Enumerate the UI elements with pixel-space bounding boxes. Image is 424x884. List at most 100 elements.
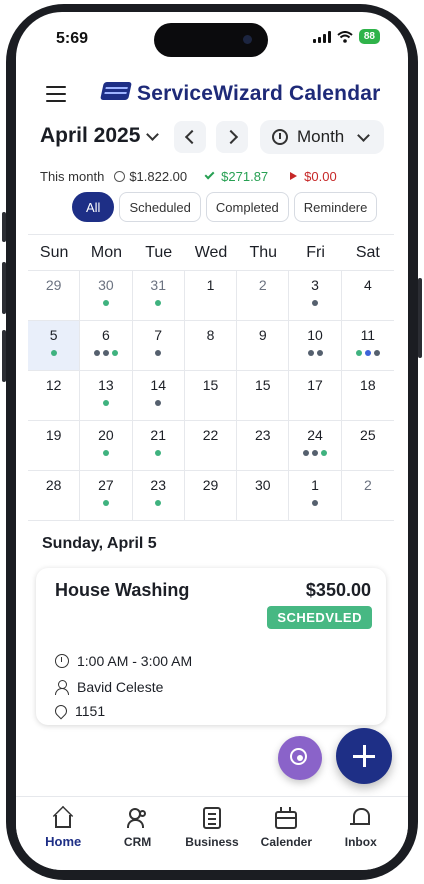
calendar-day[interactable]: 13	[80, 371, 133, 421]
day-number: 3	[311, 277, 319, 293]
calendar-day[interactable]: 19	[28, 421, 81, 471]
screen: 5:69 88 ServiceWizard Calendar April 202…	[16, 12, 408, 870]
status-time: 5:69	[56, 30, 89, 47]
calendar-day[interactable]: 10	[289, 321, 342, 371]
side-button	[2, 262, 6, 314]
month-label: April 2025	[40, 124, 141, 147]
weekday-label: Tue	[145, 244, 173, 261]
document-icon	[202, 807, 221, 829]
event-dot	[312, 450, 319, 456]
previous-month-button[interactable]	[174, 121, 206, 153]
nav-crm[interactable]: CRM	[102, 807, 174, 870]
nav-inbox[interactable]: Inbox	[325, 807, 397, 870]
day-number: 15	[202, 377, 219, 393]
event-dot	[307, 350, 314, 356]
day-number: 13	[98, 377, 114, 393]
calendar-day[interactable]: 8	[184, 321, 238, 371]
calendar-day[interactable]: 24	[289, 421, 342, 471]
calendar-day[interactable]: 5	[28, 321, 81, 371]
day-number: 18	[360, 377, 376, 393]
day-number: 27	[98, 477, 114, 493]
filter-scheduled[interactable]: Scheduled	[119, 192, 201, 222]
calendar-day[interactable]: 15	[237, 371, 290, 421]
event-title: House Washing	[55, 580, 190, 600]
calendar-day[interactable]: 30	[237, 471, 290, 521]
calendar-day[interactable]: 11	[341, 321, 394, 371]
nav-label: Home	[45, 834, 82, 849]
app-title: ServiceWizard Calendar	[137, 82, 381, 105]
filter-reminders[interactable]: Remindere	[293, 192, 378, 222]
day-number: 11	[360, 327, 376, 343]
event-time: 1:00 AM - 3:00 AM	[77, 653, 193, 669]
calendar-day[interactable]: 21	[132, 421, 185, 471]
view-selector[interactable]: Month	[260, 120, 384, 154]
calendar-day[interactable]: 17	[289, 371, 342, 421]
event-dots	[80, 350, 131, 356]
event-dots	[342, 350, 394, 356]
calendar-day[interactable]: 20	[80, 421, 133, 471]
calendar-day[interactable]: 6	[80, 321, 133, 371]
event-dots	[80, 450, 131, 456]
event-dot	[50, 350, 57, 356]
calendar-day[interactable]: 7	[132, 321, 185, 371]
event-customer: Bavid Celeste	[77, 679, 164, 695]
weekday-label: Wed	[194, 244, 228, 261]
calendar-day[interactable]: 3	[289, 271, 342, 321]
day-number: 29	[45, 277, 62, 293]
day-number: 1	[311, 477, 319, 493]
calendar-day[interactable]: 2	[237, 271, 290, 321]
calendar-day[interactable]: 30	[80, 271, 133, 321]
event-dots	[133, 350, 184, 356]
day-number: 23	[150, 477, 166, 493]
nav-label: Calender	[260, 835, 313, 849]
status-badge: SCHEDVLED	[267, 606, 372, 629]
selected-day-title: Sunday, April 5	[42, 535, 157, 552]
day-number: 28	[45, 477, 62, 493]
event-dot	[303, 450, 310, 456]
calendar-day[interactable]: 29	[184, 471, 238, 521]
nav-label: CRM	[123, 835, 152, 849]
event-customer-row: Bavid Celeste	[55, 679, 163, 695]
event-card[interactable]: House Washing $350.00 SCHEDVLED 1:00 AM …	[36, 568, 386, 725]
signal-icon	[312, 30, 331, 43]
calendar-day[interactable]: 28	[28, 471, 81, 521]
calendar-day[interactable]: 29	[28, 271, 81, 321]
calendar-day[interactable]: 9	[237, 321, 290, 371]
calendar-day[interactable]: 23	[132, 471, 185, 521]
calendar-day[interactable]: 22	[184, 421, 238, 471]
calendar-day[interactable]: 12	[28, 371, 81, 421]
secondary-action-button[interactable]	[278, 736, 322, 780]
calendar-day[interactable]: 18	[341, 371, 394, 421]
nav-home[interactable]: Home	[27, 807, 99, 870]
event-dot	[312, 500, 319, 506]
calendar-day[interactable]: 23	[237, 421, 290, 471]
calendar-day[interactable]: 1	[184, 271, 238, 321]
filter-completed[interactable]: Completed	[205, 192, 289, 222]
event-dots	[28, 350, 79, 356]
chevron-down-icon	[357, 128, 371, 142]
weekday-label: Thu	[249, 244, 278, 261]
add-event-button[interactable]	[336, 728, 392, 784]
nav-business[interactable]: Business	[176, 807, 248, 870]
filter-all[interactable]: All	[72, 192, 115, 222]
month-selector[interactable]: April 2025	[40, 124, 160, 148]
calendar-day[interactable]: 4	[341, 271, 394, 321]
calendar-day[interactable]: 27	[80, 471, 133, 521]
calendar-day[interactable]: 2	[341, 471, 394, 521]
calendar-day[interactable]: 14	[132, 371, 185, 421]
person-icon	[55, 680, 69, 695]
battery-icon: 88	[358, 29, 380, 44]
calendar-day[interactable]: 31	[132, 271, 185, 321]
calendar-day[interactable]: 25	[341, 421, 394, 471]
calendar-day[interactable]: 15	[184, 371, 238, 421]
event-dot	[321, 450, 328, 456]
summary-unpaid: $0.00	[304, 168, 337, 184]
nav-calendar[interactable]: Calender	[250, 807, 322, 870]
next-month-button[interactable]	[216, 121, 248, 153]
calendar-day[interactable]: 1	[289, 471, 342, 521]
filter-chips: All Scheduled Completed Remindere	[72, 192, 378, 222]
side-button	[2, 330, 6, 382]
camera-icon	[243, 35, 252, 44]
day-number: 30	[98, 277, 114, 293]
menu-icon[interactable]	[46, 86, 66, 102]
